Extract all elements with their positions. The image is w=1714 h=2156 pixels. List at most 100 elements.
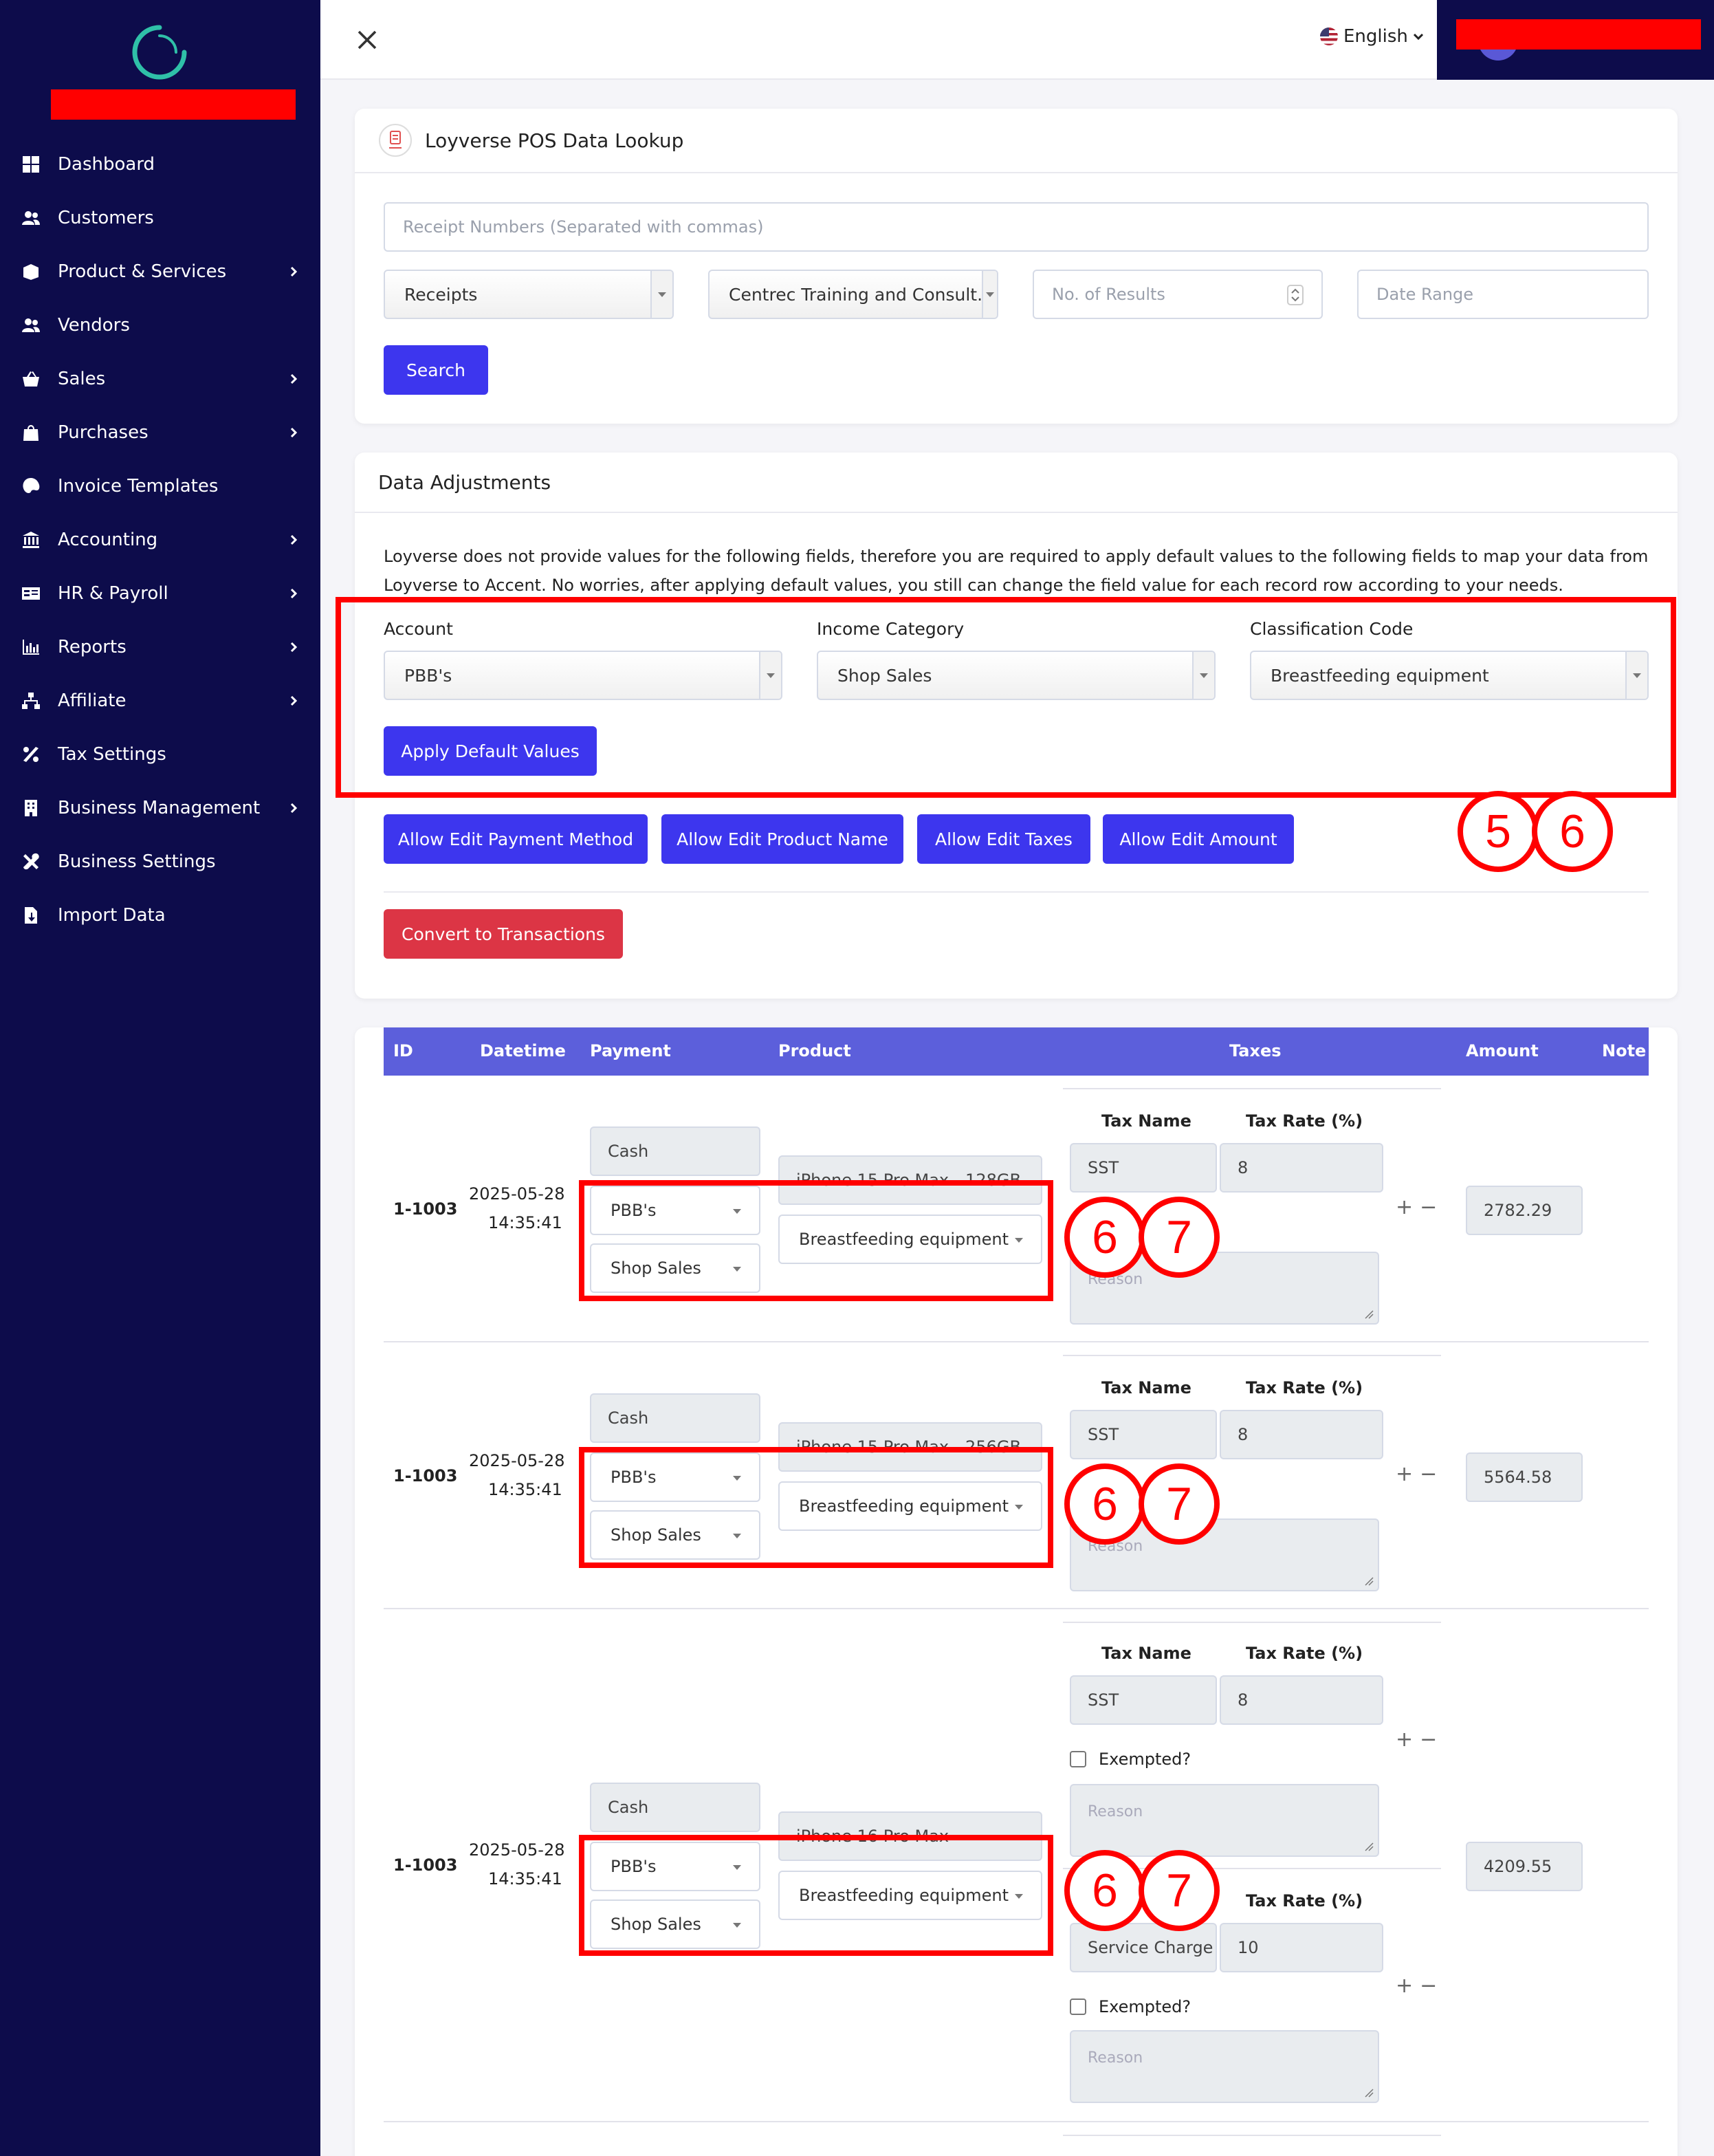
- sidebar-item-invoice-templates[interactable]: Invoice Templates: [0, 459, 320, 513]
- sidebar-item-purchases[interactable]: Purchases: [0, 406, 320, 459]
- store-select[interactable]: Centrec Training and Consult...: [708, 270, 998, 319]
- sidebar-item-label: HR & Payroll: [58, 583, 168, 604]
- annotation-box-defaults: [336, 597, 1676, 798]
- amount-field[interactable]: 5564.58: [1466, 1452, 1583, 1502]
- sidebar-item-product-services[interactable]: Product & Services: [0, 245, 320, 298]
- chevron-right-icon: [286, 585, 303, 602]
- col-note: Note: [1602, 1041, 1647, 1060]
- sidebar-item-import-data[interactable]: Import Data: [0, 889, 320, 942]
- tax-name-field[interactable]: SST: [1070, 1143, 1217, 1193]
- sidebar-item-accounting[interactable]: Accounting: [0, 513, 320, 567]
- app-logo-icon[interactable]: [131, 23, 188, 81]
- divider: [384, 891, 1649, 893]
- type-select[interactable]: Receipts: [384, 270, 674, 319]
- sidebar-item-tax-settings[interactable]: Tax Settings: [0, 728, 320, 781]
- sidebar-item-hr-payroll[interactable]: HR & Payroll: [0, 567, 320, 620]
- sidebar-item-dashboard[interactable]: Dashboard: [0, 138, 320, 191]
- col-taxes: Taxes: [1229, 1041, 1282, 1060]
- tax-divider: [1063, 1622, 1441, 1623]
- allow-edit-taxes-button[interactable]: Allow Edit Taxes: [917, 814, 1090, 864]
- tax-name-field[interactable]: SST: [1070, 1675, 1217, 1725]
- annotation-box-row-1: [579, 1180, 1053, 1301]
- number-spinner-icon[interactable]: [1287, 285, 1304, 305]
- reason-textarea[interactable]: Reason: [1070, 1784, 1379, 1857]
- tax-rate-field[interactable]: 8: [1220, 1143, 1383, 1193]
- bank-icon: [21, 530, 41, 550]
- results-count-input[interactable]: No. of Results: [1033, 270, 1323, 319]
- col-id: ID: [393, 1041, 413, 1060]
- payment-method-field[interactable]: Cash: [590, 1783, 760, 1832]
- redacted-company-name: [51, 89, 296, 120]
- basket-icon: [21, 369, 41, 389]
- resize-grip-icon[interactable]: [1363, 1575, 1374, 1586]
- tax-divider: [1063, 1088, 1441, 1089]
- convert-to-transactions-button[interactable]: Convert to Transactions: [384, 909, 623, 959]
- row-date: 2025-05-28: [469, 1840, 565, 1860]
- dropdown-arrow-icon: [982, 271, 997, 318]
- loyverse-logo-icon: [379, 124, 412, 157]
- exempted-checkbox[interactable]: [1070, 1999, 1086, 2015]
- language-label: English: [1343, 26, 1408, 47]
- add-remove-tax-controls[interactable]: +−: [1396, 1974, 1444, 1998]
- allow-edit-payment-method-button[interactable]: Allow Edit Payment Method: [384, 814, 648, 864]
- sidebar-item-reports[interactable]: Reports: [0, 620, 320, 674]
- date-range-input[interactable]: Date Range: [1357, 270, 1649, 319]
- users-icon: [21, 208, 41, 228]
- exempted-checkbox[interactable]: [1070, 1751, 1086, 1767]
- palette-icon: [21, 476, 41, 497]
- chevron-right-icon: [286, 263, 303, 280]
- row-time: 14:35:41: [488, 1869, 562, 1888]
- payment-method-field[interactable]: Cash: [590, 1393, 760, 1443]
- adjust-title: Data Adjustments: [378, 470, 551, 494]
- amount-field[interactable]: 2782.29: [1466, 1186, 1583, 1235]
- sidebar-item-customers[interactable]: Customers: [0, 191, 320, 245]
- tax-name-header: Tax Name: [1101, 1378, 1191, 1397]
- search-button[interactable]: Search: [384, 345, 488, 395]
- add-remove-tax-controls[interactable]: +−: [1396, 1462, 1444, 1486]
- reason-textarea[interactable]: Reason: [1070, 2030, 1379, 2103]
- language-selector[interactable]: English: [1320, 26, 1425, 47]
- tax-name-field[interactable]: SST: [1070, 1410, 1217, 1459]
- allow-edit-product-name-button[interactable]: Allow Edit Product Name: [661, 814, 903, 864]
- tax-rate-field[interactable]: 10: [1220, 1923, 1383, 1972]
- sidebar-item-label: Vendors: [58, 315, 130, 336]
- user-menu[interactable]: [1437, 0, 1714, 80]
- chevron-right-icon: [286, 800, 303, 816]
- amount-field[interactable]: 4209.55: [1466, 1842, 1583, 1891]
- tax-name-field[interactable]: Service Charge: [1070, 1923, 1217, 1972]
- sidebar-item-label: Accounting: [58, 530, 158, 550]
- sidebar: Dashboard Customers Product & Services Vend…: [0, 0, 320, 2156]
- add-remove-tax-controls[interactable]: +−: [1396, 1195, 1444, 1219]
- receipt-numbers-input[interactable]: Receipt Numbers (Separated with commas): [384, 202, 1649, 252]
- sidebar-item-label: Import Data: [58, 905, 166, 926]
- sidebar-item-affiliate[interactable]: Affiliate: [0, 674, 320, 728]
- chevron-right-icon: [286, 532, 303, 548]
- sidebar-item-sales[interactable]: Sales: [0, 352, 320, 406]
- add-remove-tax-controls[interactable]: +−: [1396, 1728, 1444, 1752]
- annotation-circle-6: 6: [1064, 1850, 1145, 1931]
- tax-divider: [1063, 1355, 1441, 1356]
- network-icon: [21, 690, 41, 711]
- allow-edit-amount-button[interactable]: Allow Edit Amount: [1103, 814, 1294, 864]
- building-icon: [21, 798, 41, 818]
- row-id: 1-1003: [393, 1855, 458, 1875]
- col-payment: Payment: [590, 1041, 671, 1060]
- sidebar-item-business-management[interactable]: Business Management: [0, 781, 320, 835]
- close-icon[interactable]: [355, 28, 380, 52]
- resize-grip-icon[interactable]: [1363, 1308, 1374, 1319]
- annotation-circle-6: 6: [1064, 1197, 1145, 1278]
- sidebar-item-business-settings[interactable]: Business Settings: [0, 835, 320, 889]
- dropdown-arrow-icon: [650, 271, 672, 318]
- row-divider: [384, 2121, 1649, 2122]
- payment-method-field[interactable]: Cash: [590, 1126, 760, 1176]
- tax-rate-field[interactable]: 8: [1220, 1675, 1383, 1725]
- resize-grip-icon[interactable]: [1363, 1840, 1374, 1851]
- resize-grip-icon[interactable]: [1363, 2087, 1374, 2098]
- col-datetime: Datetime: [480, 1041, 566, 1060]
- adjust-card-header: Data Adjustments: [355, 453, 1678, 513]
- us-flag-icon: [1320, 28, 1338, 45]
- sidebar-item-vendors[interactable]: Vendors: [0, 298, 320, 352]
- tax-rate-field[interactable]: 8: [1220, 1410, 1383, 1459]
- annotation-circle-7: 7: [1139, 1850, 1220, 1931]
- col-product: Product: [778, 1041, 851, 1060]
